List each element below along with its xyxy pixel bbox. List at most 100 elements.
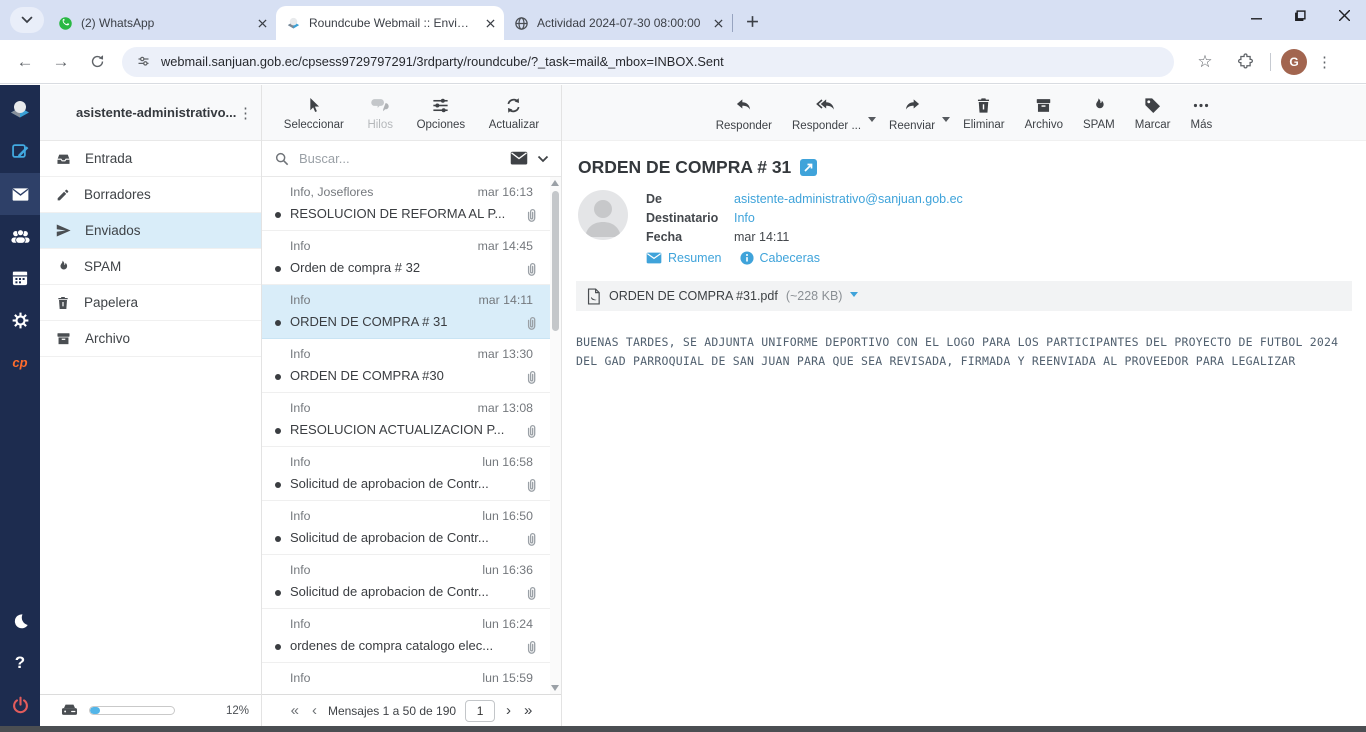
attachment-name[interactable]: ORDEN DE COMPRA #31.pdf: [609, 289, 778, 303]
folder-borradores[interactable]: Borradores: [40, 177, 261, 213]
message-row[interactable]: Info, Josefloresmar 16:13 RESOLUCION DE …: [262, 177, 561, 231]
more-button[interactable]: Más: [1182, 96, 1222, 131]
last-page-button[interactable]: »: [522, 702, 534, 719]
threads-button[interactable]: Hilos: [367, 96, 393, 131]
forward-button[interactable]: →: [46, 47, 76, 77]
tab-actividad[interactable]: Actividad 2024-07-30 08:00:00: [504, 6, 732, 40]
message-row[interactable]: Infomar 14:45 Orden de compra # 32: [262, 231, 561, 285]
new-tab-button[interactable]: [739, 8, 765, 34]
forward-caret-icon[interactable]: [942, 117, 950, 126]
message-date: lun 15:59: [482, 671, 533, 685]
window-maximize-button[interactable]: [1278, 0, 1322, 30]
scrollbar-up-icon[interactable]: [551, 180, 559, 186]
archive-button[interactable]: Archivo: [1016, 96, 1072, 131]
button-label: Responder: [716, 120, 772, 132]
tag-icon: [1143, 96, 1162, 115]
folder-spam[interactable]: SPAM: [40, 249, 261, 285]
logout-button[interactable]: [0, 684, 40, 726]
whatsapp-icon: [58, 16, 73, 31]
cpanel-button[interactable]: cp: [0, 341, 40, 383]
settings-nav-button[interactable]: [0, 299, 40, 341]
message-row[interactable]: Infomar 13:30 ORDEN DE COMPRA #30: [262, 339, 561, 393]
message-row[interactable]: Infolun 16:58 Solicitud de aprobacion de…: [262, 447, 561, 501]
button-label: Opciones: [417, 119, 466, 131]
close-icon: [1339, 10, 1350, 21]
message-row[interactable]: Infomar 13:08 RESOLUCION ACTUALIZACION P…: [262, 393, 561, 447]
options-button[interactable]: Opciones: [417, 96, 466, 131]
window-close-button[interactable]: [1322, 0, 1366, 30]
window-minimize-button[interactable]: [1234, 0, 1278, 30]
search-icon: [274, 151, 290, 167]
status-dot: [275, 374, 281, 380]
search-options-chevron-icon[interactable]: [537, 155, 549, 163]
trash-icon: [974, 96, 993, 115]
tab-close-icon[interactable]: [254, 15, 270, 31]
reply-all-caret-icon[interactable]: [868, 117, 876, 126]
browser-menu-icon[interactable]: ⋮: [1317, 53, 1332, 71]
tab-label: (2) WhatsApp: [81, 16, 246, 30]
prev-page-button[interactable]: ‹: [310, 702, 319, 719]
reply-all-button[interactable]: Responder ...: [783, 96, 870, 132]
folder-archivo[interactable]: Archivo: [40, 321, 261, 357]
next-page-button[interactable]: ›: [504, 702, 513, 719]
message-row[interactable]: Infolun 16:24 ordenes de compra catalogo…: [262, 609, 561, 663]
search-input[interactable]: [299, 151, 501, 166]
account-name[interactable]: asistente-administrativo...: [76, 105, 238, 120]
compose-button[interactable]: [0, 131, 40, 173]
bookmark-star-icon[interactable]: ☆: [1190, 47, 1220, 77]
tab-roundcube[interactable]: Roundcube Webmail :: Enviado: [276, 6, 504, 40]
tab-whatsapp[interactable]: (2) WhatsApp: [48, 6, 276, 40]
scrollbar[interactable]: [550, 177, 561, 694]
button-label: SPAM: [1083, 119, 1115, 131]
tab-search-button[interactable]: [10, 7, 44, 33]
folder-enviados[interactable]: Enviados: [40, 213, 261, 249]
refresh-list-button[interactable]: Actualizar: [489, 96, 540, 131]
calendar-nav-button[interactable]: [0, 257, 40, 299]
folder-entrada[interactable]: Entrada: [40, 141, 261, 177]
profile-avatar[interactable]: G: [1281, 49, 1307, 75]
message-row[interactable]: Infolun 15:59: [262, 663, 561, 694]
tab-divider: [732, 14, 733, 32]
delete-button[interactable]: Eliminar: [954, 96, 1014, 131]
mark-button[interactable]: Marcar: [1126, 96, 1180, 131]
attachment-bar[interactable]: ORDEN DE COMPRA #31.pdf (~228 KB): [576, 281, 1352, 311]
message-from: Info: [290, 455, 311, 469]
help-button[interactable]: ?: [0, 642, 40, 684]
summary-link[interactable]: Resumen: [646, 251, 722, 265]
account-menu-icon[interactable]: ⋮: [238, 104, 253, 122]
tab-close-icon[interactable]: [482, 15, 498, 31]
first-page-button[interactable]: «: [289, 702, 301, 719]
from-address-link[interactable]: asistente-administrativo@sanjuan.gob.ec: [734, 192, 963, 206]
reply-button[interactable]: Responder: [707, 96, 781, 132]
message-date: mar 16:13: [478, 185, 533, 199]
spam-button[interactable]: SPAM: [1074, 96, 1124, 131]
attachment-size: (~228 KB): [786, 289, 843, 303]
dark-mode-button[interactable]: [0, 600, 40, 642]
extensions-icon[interactable]: [1230, 47, 1260, 77]
person-icon: [578, 190, 628, 240]
contacts-nav-button[interactable]: [0, 215, 40, 257]
message-row[interactable]: Infolun 16:50 Solicitud de aprobacion de…: [262, 501, 561, 555]
folder-papelera[interactable]: Papelera: [40, 285, 261, 321]
message-from: Info: [290, 563, 311, 577]
maximize-icon: [1295, 10, 1306, 21]
back-button[interactable]: ←: [10, 47, 40, 77]
message-row-selected[interactable]: Infomar 14:11 ORDEN DE COMPRA # 31: [262, 285, 561, 339]
mail-nav-button[interactable]: [0, 173, 40, 215]
folder-label: Entrada: [85, 151, 132, 166]
address-input[interactable]: webmail.sanjuan.gob.ec/cpsess9729797291/…: [122, 47, 1174, 77]
forward-button[interactable]: Reenviar: [880, 96, 944, 132]
open-in-new-icon[interactable]: [800, 159, 817, 176]
tab-close-icon[interactable]: [710, 15, 726, 31]
folder-label: Borradores: [84, 187, 151, 202]
headers-link[interactable]: Cabeceras: [740, 251, 820, 265]
refresh-button[interactable]: [82, 47, 112, 77]
page-number-input[interactable]: [465, 700, 495, 722]
message-row[interactable]: Infolun 16:36 Solicitud de aprobacion de…: [262, 555, 561, 609]
recipient-link[interactable]: Info: [734, 211, 755, 225]
attachment-menu-caret-icon[interactable]: [850, 292, 858, 301]
scrollbar-thumb[interactable]: [552, 191, 559, 331]
select-button[interactable]: Seleccionar: [284, 96, 344, 131]
search-scope-mail-icon[interactable]: [510, 151, 528, 166]
scrollbar-down-icon[interactable]: [551, 685, 559, 691]
